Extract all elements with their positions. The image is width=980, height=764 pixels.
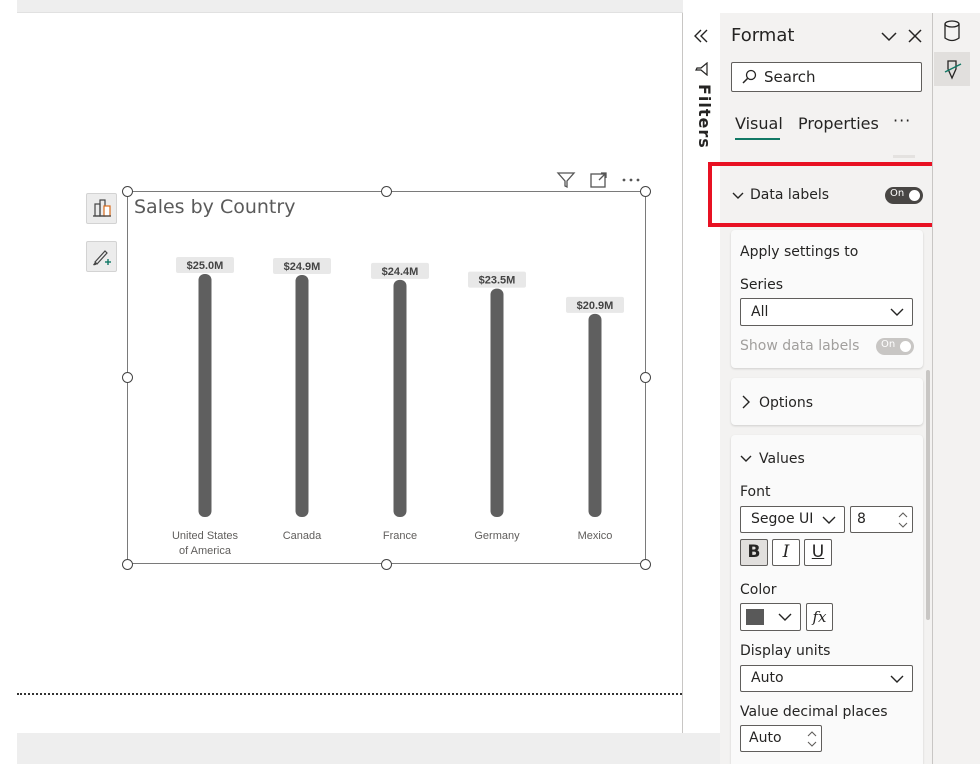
scroll-indicator bbox=[893, 155, 915, 158]
category-label-1-0: Canada bbox=[283, 530, 322, 542]
show-data-labels-label: Show data labels bbox=[740, 338, 860, 354]
page-boundary bbox=[17, 693, 682, 695]
toggle-state: On bbox=[881, 339, 896, 350]
font-family-dropdown[interactable]: Segoe UI bbox=[740, 506, 845, 533]
format-paintbrush-icon bbox=[944, 60, 962, 80]
bar-2[interactable] bbox=[393, 279, 407, 517]
tab-visual-underline bbox=[735, 138, 780, 140]
category-label-0-1: of America bbox=[179, 545, 232, 557]
font-size-stepper[interactable]: 8 bbox=[850, 506, 913, 533]
display-units-label: Display units bbox=[740, 643, 831, 659]
decimal-places-stepper[interactable]: Auto bbox=[740, 725, 822, 752]
filters-label[interactable]: Filters bbox=[690, 84, 714, 149]
filter-icon[interactable] bbox=[556, 170, 576, 190]
close-icon[interactable] bbox=[907, 28, 923, 44]
bottom-strip bbox=[17, 733, 720, 764]
italic-button[interactable]: I bbox=[772, 539, 800, 566]
chevron-down-icon[interactable] bbox=[880, 29, 898, 43]
highlight-box bbox=[708, 162, 943, 227]
format-pane-scrollbar[interactable] bbox=[926, 370, 930, 620]
chevron-down-icon bbox=[822, 516, 836, 524]
resize-handle-top-left[interactable] bbox=[122, 186, 133, 197]
color-picker[interactable] bbox=[740, 603, 801, 631]
data-label-1: $24.9M bbox=[284, 261, 321, 273]
chart-title: Sales by Country bbox=[134, 196, 296, 218]
display-units-dropdown[interactable]: Auto bbox=[740, 665, 913, 692]
category-label-3-0: Germany bbox=[474, 530, 520, 542]
tab-visual[interactable]: Visual bbox=[735, 114, 783, 133]
chevron-down-icon bbox=[890, 308, 904, 316]
data-label-4: $20.9M bbox=[577, 300, 614, 312]
series-label: Series bbox=[740, 277, 784, 293]
toggle-knob bbox=[900, 341, 911, 352]
show-data-labels-toggle[interactable]: On bbox=[876, 338, 914, 355]
chevron-down-icon[interactable] bbox=[740, 453, 752, 465]
search-icon bbox=[742, 69, 757, 84]
series-dropdown[interactable]: All bbox=[740, 298, 913, 326]
category-label-2-0: France bbox=[383, 530, 417, 542]
resize-handle-top[interactable] bbox=[381, 186, 392, 197]
series-value: All bbox=[751, 304, 769, 320]
resize-handle-bottom-right[interactable] bbox=[640, 559, 651, 570]
more-options-icon[interactable] bbox=[621, 170, 641, 190]
font-family-value: Segoe UI bbox=[751, 511, 814, 527]
chevron-down-icon bbox=[890, 675, 904, 683]
data-label-0: $25.0M bbox=[187, 260, 224, 272]
filter-funnel-icon bbox=[695, 62, 708, 76]
data-pane-icon[interactable] bbox=[942, 19, 962, 43]
display-units-value: Auto bbox=[751, 670, 784, 686]
data-label-2: $24.4M bbox=[382, 266, 419, 278]
bar-chart[interactable]: $25.0M United States of America $24.9M Canad… bbox=[128, 220, 644, 560]
focus-mode-icon[interactable] bbox=[589, 170, 609, 190]
chevron-down-icon bbox=[778, 613, 792, 621]
color-label: Color bbox=[740, 582, 777, 598]
chevron-right-icon[interactable] bbox=[741, 395, 751, 409]
top-strip bbox=[17, 0, 683, 13]
resize-handle-bottom[interactable] bbox=[381, 559, 392, 570]
color-swatch bbox=[746, 609, 764, 625]
search-placeholder: Search bbox=[764, 68, 816, 86]
bar-1[interactable] bbox=[295, 274, 309, 517]
pane-switcher bbox=[932, 13, 980, 764]
tab-properties[interactable]: Properties bbox=[798, 114, 879, 133]
category-label-4-0: Mexico bbox=[578, 530, 613, 542]
options-heading: Options bbox=[759, 395, 814, 411]
collapse-double-chevron-icon[interactable] bbox=[692, 28, 710, 44]
values-heading: Values bbox=[759, 451, 805, 467]
stepper-arrows-icon[interactable] bbox=[807, 729, 817, 749]
category-label-0-0: United States bbox=[172, 530, 239, 542]
resize-handle-top-right[interactable] bbox=[640, 186, 651, 197]
data-label-3: $23.5M bbox=[479, 275, 516, 287]
bar-0[interactable] bbox=[198, 274, 212, 517]
build-visual-button[interactable] bbox=[86, 193, 117, 224]
format-pane-button[interactable] bbox=[934, 52, 970, 86]
build-visual-icon bbox=[93, 199, 111, 217]
font-label: Font bbox=[740, 484, 771, 500]
paintbrush-icon bbox=[93, 250, 111, 266]
resize-handle-bottom-left[interactable] bbox=[122, 559, 133, 570]
format-visual-button[interactable] bbox=[86, 241, 117, 272]
bold-button[interactable]: B bbox=[740, 539, 768, 566]
bar-4[interactable] bbox=[588, 313, 602, 517]
font-size-value: 8 bbox=[857, 511, 866, 527]
more-tabs-button[interactable]: ··· bbox=[893, 111, 911, 130]
conditional-formatting-button[interactable]: fx bbox=[806, 603, 833, 631]
apply-settings-heading: Apply settings to bbox=[740, 244, 859, 260]
decimal-places-value: Auto bbox=[749, 730, 782, 746]
format-pane-title: Format bbox=[731, 25, 795, 46]
search-input[interactable] bbox=[731, 62, 922, 92]
stepper-arrows-icon[interactable] bbox=[898, 510, 908, 530]
bar-3[interactable] bbox=[490, 288, 504, 517]
decimal-places-label: Value decimal places bbox=[740, 704, 888, 720]
underline-button[interactable]: U bbox=[804, 539, 832, 566]
